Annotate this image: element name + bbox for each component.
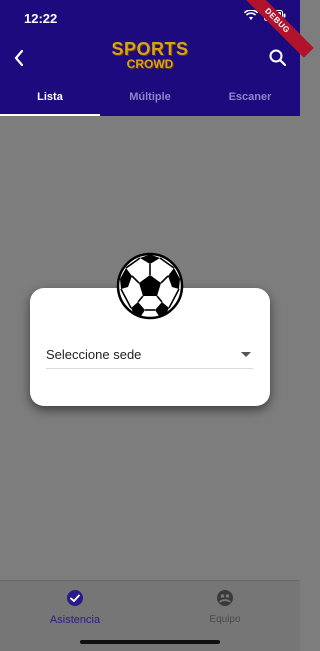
app-bar: SPORTS CROWD [0, 34, 300, 82]
venue-select-value: Seleccione sede [46, 347, 142, 362]
logo-text-top: SPORTS [111, 39, 189, 59]
nav-item-asistencia[interactable]: Asistencia [0, 589, 150, 626]
search-icon [269, 49, 287, 67]
team-icon [217, 590, 233, 606]
nav-label-equipo: Equipo [209, 614, 241, 625]
logo-text-bottom: CROWD [126, 57, 174, 71]
search-button[interactable] [266, 46, 290, 70]
nav-label-asistencia: Asistencia [49, 614, 101, 626]
tab-multiple[interactable]: Múltiple [100, 82, 200, 116]
dropdown-arrow-icon [241, 352, 251, 357]
check-circle-icon [67, 590, 83, 606]
back-button[interactable] [8, 46, 32, 70]
tab-lista[interactable]: Lista [0, 82, 100, 116]
tab-bar: Lista Múltiple Escaner [0, 82, 300, 116]
nav-item-equipo[interactable]: Equipo [150, 589, 300, 625]
status-time: 12:22 [24, 11, 58, 26]
tab-escaner[interactable]: Escaner [200, 82, 300, 116]
soccer-ball-icon [116, 252, 184, 320]
venue-select[interactable]: Seleccione sede [46, 344, 253, 369]
app-logo: SPORTS CROWD [110, 40, 190, 76]
wifi-icon [244, 10, 258, 20]
chevron-left-icon [14, 49, 24, 67]
home-indicator[interactable] [80, 640, 220, 644]
